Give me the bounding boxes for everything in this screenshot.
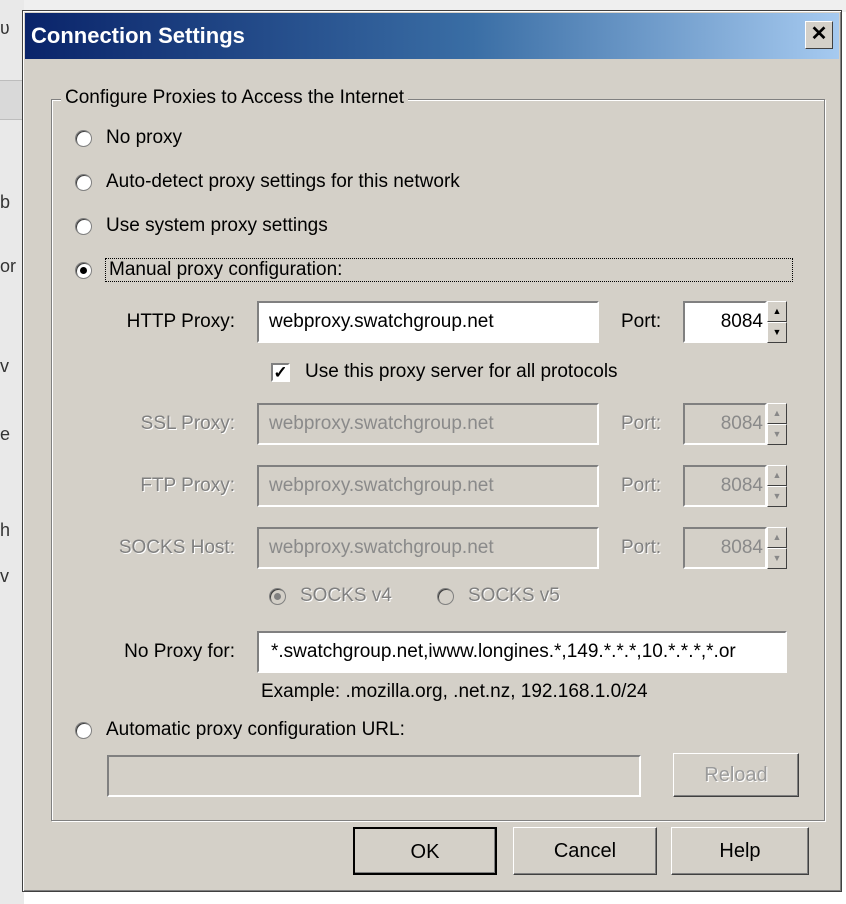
- spin-down-icon[interactable]: ▼: [767, 548, 787, 569]
- ftp-port-spinner[interactable]: ▲ ▼: [767, 465, 787, 507]
- radio-auto-config-url[interactable]: Automatic proxy configuration URL:: [75, 719, 405, 741]
- http-port-label: Port:: [621, 311, 662, 332]
- proxy-group-legend: Configure Proxies to Access the Internet: [61, 87, 409, 109]
- connection-settings-dialog: Connection Settings ✕ Configure Proxies …: [22, 10, 842, 892]
- radio-socks-v5[interactable]: SOCKS v5: [437, 585, 560, 607]
- http-port-spinner[interactable]: ▲ ▼: [767, 301, 787, 343]
- spin-up-icon[interactable]: ▲: [767, 465, 787, 486]
- background-text: v: [0, 356, 9, 376]
- http-port-input[interactable]: 8084: [683, 301, 767, 343]
- ftp-port-input[interactable]: 8084: [683, 465, 767, 507]
- spin-down-icon[interactable]: ▼: [767, 322, 787, 343]
- dialog-title: Connection Settings: [31, 23, 245, 48]
- no-proxy-for-label: No Proxy for:: [124, 641, 235, 662]
- help-button[interactable]: Help: [671, 827, 809, 875]
- ssl-proxy-input[interactable]: webproxy.swatchgroup.net: [257, 403, 599, 445]
- use-all-protocols-label: Use this proxy server for all protocols: [305, 361, 618, 382]
- http-proxy-input[interactable]: webproxy.swatchgroup.net: [257, 301, 599, 343]
- background-text: h: [0, 520, 11, 540]
- reload-button[interactable]: Reload: [673, 753, 799, 797]
- ssl-port-spinner[interactable]: ▲ ▼: [767, 403, 787, 445]
- title-bar[interactable]: Connection Settings ✕: [25, 13, 839, 59]
- radio-label: Manual proxy configuration:: [105, 258, 793, 282]
- auto-config-url-input[interactable]: [107, 755, 641, 797]
- radio-manual-proxy[interactable]: Manual proxy configuration:: [75, 258, 793, 282]
- spin-up-icon[interactable]: ▲: [767, 301, 787, 322]
- proxy-group-box: [51, 99, 825, 821]
- radio-dot: [274, 592, 281, 600]
- socks-host-input[interactable]: webproxy.swatchgroup.net: [257, 527, 599, 569]
- background-text: e: [0, 424, 11, 444]
- radio-system-proxy[interactable]: Use system proxy settings: [75, 215, 328, 237]
- socks-port-label: Port:: [621, 537, 662, 558]
- socks-host-label: SOCKS Host:: [118, 537, 235, 558]
- ok-button[interactable]: OK: [353, 827, 497, 875]
- socks-port-spinner[interactable]: ▲ ▼: [767, 527, 787, 569]
- radio-label: SOCKS v5: [468, 585, 560, 606]
- spin-up-icon[interactable]: ▲: [767, 527, 787, 548]
- cancel-button[interactable]: Cancel: [513, 827, 657, 875]
- radio-button[interactable]: [75, 721, 92, 739]
- spin-down-icon[interactable]: ▼: [767, 424, 787, 445]
- background-block: [0, 80, 24, 120]
- no-proxy-example: Example: .mozilla.org, .net.nz, 192.168.…: [261, 681, 648, 702]
- radio-label: Auto-detect proxy settings for this netw…: [106, 171, 460, 192]
- close-button[interactable]: ✕: [805, 21, 833, 49]
- check-icon: ✓: [273, 363, 288, 382]
- background-text: or: [0, 256, 17, 276]
- background-text: b: [0, 192, 11, 212]
- radio-dot: [80, 266, 87, 274]
- radio-no-proxy[interactable]: No proxy: [75, 127, 182, 149]
- http-proxy-label: HTTP Proxy:: [126, 311, 235, 332]
- ssl-proxy-label: SSL Proxy:: [140, 413, 235, 434]
- spin-up-icon[interactable]: ▲: [767, 403, 787, 424]
- background-app-strip: ʋ b or v e h v: [0, 0, 24, 904]
- radio-button[interactable]: [75, 173, 92, 191]
- radio-button[interactable]: [75, 217, 92, 235]
- radio-label: Automatic proxy configuration URL:: [106, 719, 405, 740]
- radio-label: Use system proxy settings: [106, 215, 328, 236]
- radio-label: SOCKS v4: [300, 585, 392, 606]
- radio-button[interactable]: [437, 587, 454, 605]
- use-all-protocols-checkbox[interactable]: ✓: [271, 363, 290, 382]
- ssl-port-input[interactable]: 8084: [683, 403, 767, 445]
- ftp-proxy-label: FTP Proxy:: [140, 475, 235, 496]
- close-icon: ✕: [810, 23, 828, 45]
- radio-auto-detect[interactable]: Auto-detect proxy settings for this netw…: [75, 171, 460, 193]
- socks-port-input[interactable]: 8084: [683, 527, 767, 569]
- radio-button[interactable]: [75, 129, 92, 147]
- background-text: v: [0, 566, 9, 586]
- radio-button-selected[interactable]: [269, 587, 286, 605]
- spin-down-icon[interactable]: ▼: [767, 486, 787, 507]
- radio-label: No proxy: [106, 127, 183, 148]
- no-proxy-for-input[interactable]: *.swatchgroup.net,iwww.longines.*,149.*.…: [257, 631, 787, 673]
- radio-button-selected[interactable]: [75, 261, 92, 279]
- ftp-proxy-input[interactable]: webproxy.swatchgroup.net: [257, 465, 599, 507]
- radio-socks-v4[interactable]: SOCKS v4: [269, 585, 392, 607]
- ssl-port-label: Port:: [621, 413, 662, 434]
- ftp-port-label: Port:: [621, 475, 662, 496]
- background-text: ʋ: [0, 18, 10, 38]
